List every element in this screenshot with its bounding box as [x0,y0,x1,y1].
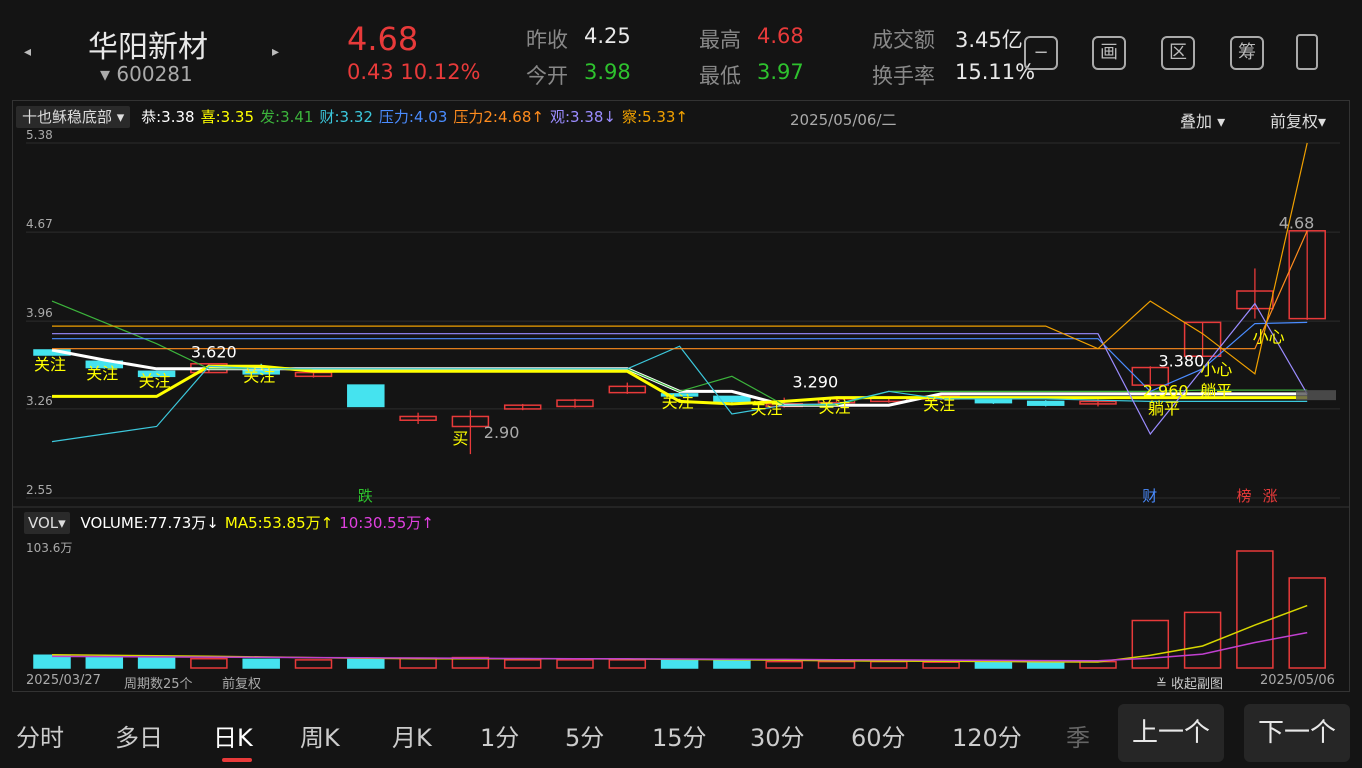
volume-bar [974,661,1013,669]
y-tick-label: 3.26 [26,394,53,408]
tab-daily-k[interactable]: 日K [213,718,253,753]
y-tick-label: 5.38 [26,128,53,142]
cursor-price-marker [1296,390,1336,401]
chevron-double-down-icon: ≚ [1156,677,1167,692]
volume-indicator-value: MA5:53.85万↑ [224,514,334,532]
volume-bar [765,660,803,669]
event-marker: 榜 [1236,487,1251,505]
volume-bar [1288,577,1326,669]
signal-annotation: 小心 [1200,360,1232,379]
volume-bar [294,659,333,669]
volume-bar [242,658,280,669]
tab-15min[interactable]: 15分 [652,718,707,753]
tab-quarter[interactable]: 季 [1066,718,1090,753]
signal-annotation: 2.90 [484,423,520,442]
signal-annotation: 3.620 [191,343,237,362]
next-stock-button[interactable]: 下一个 [1244,704,1350,762]
prev-stock-button[interactable]: 上一个 [1118,704,1224,762]
tab-120min[interactable]: 120分 [952,718,1022,753]
signal-annotation: 关注 [243,366,275,385]
volume-select[interactable]: VOL▾ [24,512,70,534]
tab-5min[interactable]: 5分 [565,718,604,753]
volume-bar [347,658,385,669]
volume-ma-line [51,604,1308,663]
volume-bar [1131,619,1170,669]
volume-bar [85,656,124,669]
signal-annotation: 4.68 [1279,213,1315,232]
volume-bar [713,659,751,669]
tab-weekly-k[interactable]: 周K [300,718,340,753]
signal-annotation: 关注 [662,393,694,412]
indicator-line [52,321,1308,393]
volume-bar [137,657,176,669]
volume-bar [660,659,699,669]
signal-annotation: 躺平 [1148,399,1180,418]
event-marker: 跌 [358,487,373,505]
tab-1min[interactable]: 1分 [480,718,519,753]
end-date: 2025/05/06 [1260,673,1335,688]
volume-bar [870,660,908,669]
indicator-line [52,230,1308,350]
signal-annotation: 关注 [923,395,955,414]
signal-annotation: 关注 [751,399,783,418]
collapse-subchart-button[interactable]: ≚ 收起副图 [1156,673,1223,692]
tab-monthly-k[interactable]: 月K [392,718,432,753]
period-count: 周期数25个 [124,677,193,692]
event-marker: 涨 [1263,487,1278,505]
volume-bar [1026,661,1065,669]
tab-60min[interactable]: 60分 [851,718,906,753]
volume-ma-line [51,631,1308,662]
volume-bar [556,659,594,669]
tab-30min[interactable]: 30分 [750,718,805,753]
volume-indicator-value: 10:30.55万↑ [339,514,434,532]
adjust-label: 前复权 [222,677,262,692]
kline-chart[interactable]: 5.384.673.963.262.55103.6万关注 关注 关注3.620关注买… [0,0,1362,700]
volume-bar [399,657,437,669]
start-date: 2025/03/27 [26,673,101,688]
tab-intraday[interactable]: 分时 [16,718,64,753]
active-tab-indicator [222,758,252,762]
volume-indicator-value: VOLUME:77.73万↓ [80,514,219,532]
event-marker: 财 [1142,487,1157,505]
signal-annotation: 2.960 [1143,381,1189,400]
signal-annotation: 关注 [819,398,851,417]
signal-annotation: 小心 [1253,327,1285,346]
volume-bar [817,660,856,669]
volume-max-label: 103.6万 [26,541,72,555]
volume-bar [1236,550,1274,669]
volume-indicator-bar: VOL▾ VOLUME:77.73万↓ MA5:53.85万↑ 10:30.55万↑ [24,512,434,534]
volume-bar [503,659,542,669]
y-tick-label: 3.96 [26,306,53,320]
candle-body [1026,400,1065,406]
y-tick-label: 4.67 [26,217,53,231]
signal-annotation: 关注 [34,355,66,374]
volume-bar [922,661,960,669]
signal-annotation: 躺平 [1200,381,1232,400]
indicator-line [51,300,1308,406]
signal-annotation: 买 [452,429,468,448]
signal-annotation: 关注 [86,364,118,383]
candle-body [347,384,385,408]
volume-bar [190,657,228,669]
signal-annotation: 3.380 [1158,351,1204,370]
candle-body [974,399,1013,404]
volume-bar [608,659,647,669]
signal-annotation: 3.290 [792,373,838,392]
signal-annotation: 关注 [139,371,171,390]
y-tick-label: 2.55 [26,483,53,497]
tab-multi-day[interactable]: 多日 [115,718,163,753]
